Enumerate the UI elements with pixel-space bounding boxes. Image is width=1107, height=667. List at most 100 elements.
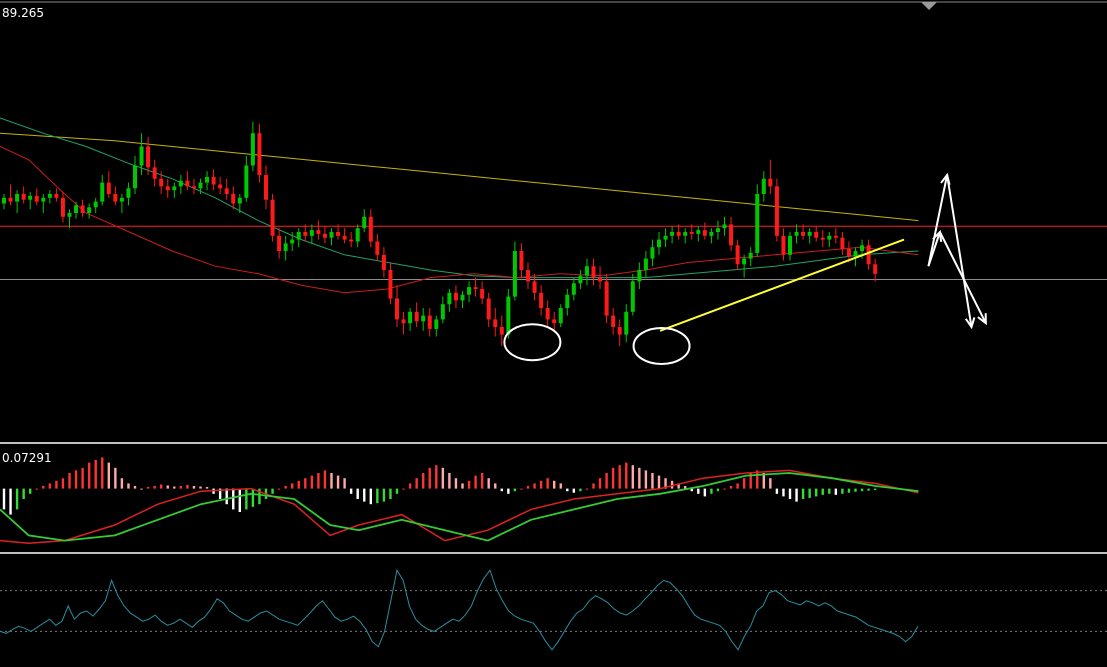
macd-bar [873,488,877,491]
candle-body [493,319,498,327]
candle-body [54,194,59,198]
candle-body [611,315,616,327]
macd-bar [539,480,543,489]
candle-body [113,194,118,202]
macd-bar [703,488,707,497]
macd-bar [559,483,562,489]
candle-body [355,228,360,242]
macd-bar [245,488,248,510]
candle-body [833,235,838,238]
candle-body [768,178,773,187]
candle-body [15,194,20,202]
candle-body [820,237,825,240]
macd-bar [854,488,857,492]
macd-bar [415,478,418,489]
candle-body [401,319,406,324]
candle-body [34,195,39,202]
candle-body [231,194,236,204]
candle-body [715,228,720,232]
macd-bar [815,488,818,497]
macd-bar [474,475,477,489]
macd-bar [834,488,838,495]
candle-body [539,292,544,308]
candle-body [774,186,779,236]
candle-body [322,233,327,238]
candle-body [421,315,426,322]
macd-bar [382,488,386,502]
candle-body [100,182,105,202]
candle-body [80,205,85,213]
candle-body [853,251,858,257]
candle-body [840,237,845,250]
macd-bar [55,480,58,489]
candle-body [388,270,393,299]
macd-bar [87,462,91,489]
candle-body [663,235,668,240]
macd-bar [631,465,634,489]
candle-body [211,176,216,185]
chart-root: 89.265 0.07291 [0,0,1107,667]
candle-body [362,216,367,229]
macd-bar [146,487,150,489]
macd-bar [736,483,739,489]
candle-body [139,146,144,166]
candle-body [860,245,865,251]
macd-bar [74,470,78,489]
macd-bar [304,478,307,489]
macd-bar [369,488,372,505]
macd-bar [140,488,143,490]
candle-body [545,308,550,320]
macd-bar [376,488,379,504]
candle-body [846,249,851,257]
candle-body [453,292,458,301]
macd-bar [480,473,484,489]
macd-bar [553,480,556,489]
macd-bar [644,470,648,489]
macd-bar [729,486,733,489]
candle-body [702,230,707,236]
candle-body [277,235,282,251]
candle-body [526,270,530,282]
macd-bar [336,475,340,489]
macd-bar [618,465,621,489]
candle-body [624,311,629,335]
candle-body [486,298,491,320]
macd-bar [199,486,202,489]
candle-body [873,264,878,274]
macd-bar [487,478,490,489]
candle-body [722,224,727,229]
macd-bar [291,483,294,489]
macd-bar [343,478,346,489]
macd-bar [9,488,12,515]
candle-body [676,232,681,236]
candle-body [460,294,465,301]
candle-body [591,266,596,278]
macd-bar [533,483,536,489]
macd-bar [769,478,772,489]
macd-bar [670,480,674,489]
macd-bar [35,488,38,490]
candle-body [244,165,249,198]
macd-bar [61,478,65,489]
macd-bar [801,488,805,499]
candle-body [205,176,210,183]
candle-body [270,199,275,236]
macd-bar [68,473,71,489]
candle-body [41,197,46,202]
macd-bar [605,473,608,489]
macd-bar [22,488,25,499]
candle-body [185,180,190,187]
candle-body [119,197,124,202]
candle-body [316,230,321,234]
candle-body [467,287,472,295]
candle-body [578,275,583,284]
macd-bar [716,488,720,492]
macd-bar [402,488,405,490]
macd-bar [611,467,615,489]
macd-bar [435,465,438,489]
macd-bar [330,473,333,489]
macd-bar [349,488,353,494]
macd-bar [186,484,189,489]
candle-body [414,311,419,322]
candle-body [395,298,399,320]
